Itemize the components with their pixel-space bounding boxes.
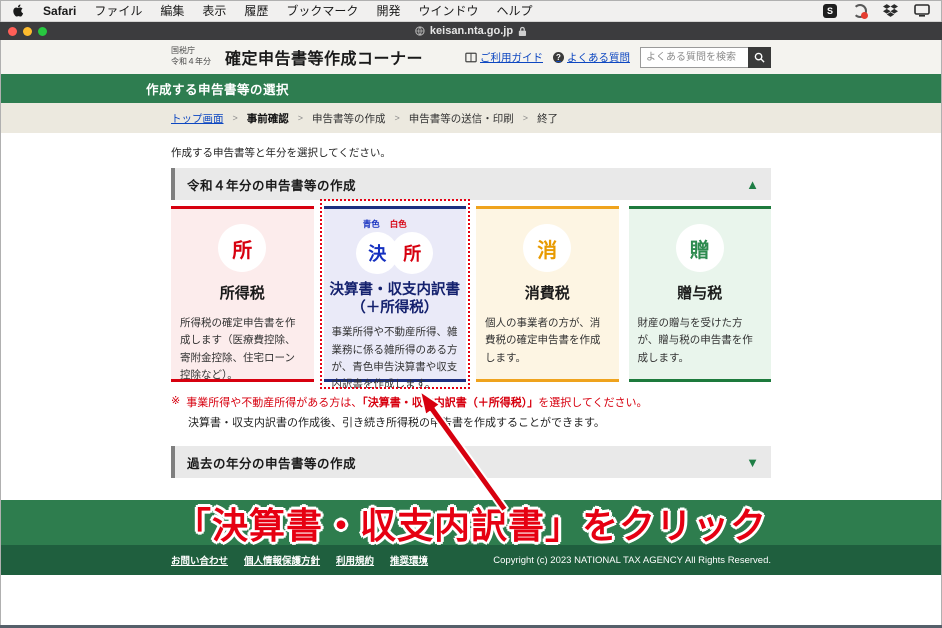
section-past-years[interactable]: 過去の年分の申告書等の作成 ▼ [171,446,771,478]
statement-badge-icons: 決 所 [324,232,467,274]
user-guide-link[interactable]: ご利用ガイド [465,50,543,65]
filing-type-labels: 青色 白色 [314,209,457,230]
business-income-note: ※ 事業所得や不動産所得がある方は、「決算書・収支内訳書（＋所得税）」を選択して… [171,394,771,410]
menu-history[interactable]: 履歴 [244,2,268,19]
gift-tax-badge-icon: 贈 [676,224,724,272]
blue-return-label: 青色 [363,218,380,230]
question-icon: ? [553,52,564,63]
main-content: 作成する申告書等と年分を選択してください。 令和４年分の申告書等の作成 ▲ 所 … [171,145,771,478]
breadcrumb-finish: 終了 [537,111,558,126]
breadcrumb-separator: > [395,113,400,123]
menu-safari[interactable]: Safari [43,4,76,18]
zoom-window-button[interactable] [38,27,47,36]
breadcrumb-send-print: 申告書等の送信・印刷 [409,111,514,126]
tax-card-row: 所 所得税 所得税の確定申告書を作成します（医療費控除、寄附金控除、住宅ローン控… [171,206,771,382]
tax-year: 令和４年分 [171,57,211,68]
safari-titlebar: keisan.nta.go.jp [0,22,942,40]
menu-develop[interactable]: 開発 [376,2,400,19]
minimize-window-button[interactable] [23,27,32,36]
menu-view[interactable]: 表示 [202,2,226,19]
copyright-text: Copyright (c) 2023 NATIONAL TAX AGENCY A… [493,555,771,566]
menu-bookmarks[interactable]: ブックマーク [286,2,358,19]
page-title-bar: 作成する申告書等の選択 [0,74,942,103]
agency-logo-block: 国税庁 令和４年分 [171,46,211,68]
faq-link[interactable]: ? よくある質問 [553,50,630,65]
close-window-button[interactable] [8,27,17,36]
card-description: 個人の事業者の方が、消費税の確定申告書を作成します。 [476,315,619,367]
site-header: 国税庁 令和４年分 確定申告書等作成コーナー ご利用ガイド ? よくある質問 [0,40,942,74]
guide-book-icon [465,52,477,63]
breadcrumb-separator: > [523,113,528,123]
card-consumption-tax[interactable]: 消 消費税 個人の事業者の方が、消費税の確定申告書を作成します。 [476,206,619,382]
macos-screen: Safari ファイル 編集 表示 履歴 ブックマーク 開発 ウインドウ ヘルプ… [0,0,942,628]
notification-swirl-icon[interactable] [853,4,867,18]
breadcrumb-precheck: 事前確認 [247,111,289,126]
footer-privacy-link[interactable]: 個人情報保護方針 [244,553,320,567]
card-title: 決算書・収支内訳書 （＋所得税） [324,281,467,317]
card-description: 財産の贈与を受けた方が、贈与税の申告書を作成します。 [629,315,772,367]
lock-icon [518,26,527,37]
card-title: 所得税 [171,282,314,303]
footer-environment-link[interactable]: 推奨環境 [390,553,428,567]
window-controls [8,27,47,36]
card-description: 所得税の確定申告書を作成します（医療費控除、寄附金控除、住宅ローン控除など）。 [171,315,314,384]
breadcrumb-separator: > [233,113,238,123]
breadcrumb-separator: > [298,113,303,123]
consumption-tax-badge-icon: 消 [523,224,571,272]
menu-edit[interactable]: 編集 [160,2,184,19]
url-text: keisan.nta.go.jp [430,25,513,37]
income-tax-badge-icon: 所 [218,224,266,272]
menu-window[interactable]: ウインドウ [418,2,478,19]
menubar-status-tray: S [823,4,930,18]
footer-terms-link[interactable]: 利用規約 [336,553,374,567]
breadcrumb: トップ画面 > 事前確認 > 申告書等の作成 > 申告書等の送信・印刷 > 終了 [0,103,942,133]
collapse-triangle-icon[interactable]: ▲ [746,178,759,191]
continue-note: 決算書・収支内訳書の作成後、引き続き所得税の申告書を作成することができます。 [188,414,771,430]
card-financial-statement[interactable]: 青色 白色 決 所 決算書・収支内訳書 （＋所得税） 事業所得や不動産所得、雑業… [324,206,467,382]
white-return-label: 白色 [390,218,407,230]
breadcrumb-top[interactable]: トップ画面 [171,111,224,126]
breadcrumb-create: 申告書等の作成 [312,111,386,126]
footer-contact-link[interactable]: お問い合わせ [171,553,228,567]
address-bar[interactable]: keisan.nta.go.jp [415,25,527,37]
card-title: 贈与税 [629,282,772,303]
menu-file[interactable]: ファイル [94,2,142,19]
faq-search-input[interactable] [640,47,748,68]
section-current-year[interactable]: 令和４年分の申告書等の作成 ▲ [171,168,771,200]
apple-menu-icon[interactable] [12,3,25,18]
menu-help[interactable]: ヘルプ [496,2,532,19]
macos-menubar: Safari ファイル 編集 表示 履歴 ブックマーク 開発 ウインドウ ヘルプ… [0,0,942,22]
expand-triangle-icon[interactable]: ▼ [746,456,759,469]
card-title: 消費税 [476,282,619,303]
annotation-banner: 「決算書・収支内訳書」をクリック [0,500,942,545]
globe-icon [415,26,425,36]
display-icon[interactable] [914,4,930,17]
annotation-text: 「決算書・収支内訳書」をクリック [175,497,767,549]
instruction-text: 作成する申告書等と年分を選択してください。 [171,145,771,160]
page-title: 作成する申告書等の選択 [146,79,796,98]
s-app-icon[interactable]: S [823,4,837,18]
dropbox-icon[interactable] [883,4,898,18]
card-description: 事業所得や不動産所得、雑業務に係る雑所得のある方が、青色申告決算書や収支内訳書を… [324,324,467,393]
card-income-tax[interactable]: 所 所得税 所得税の確定申告書を作成します（医療費控除、寄附金控除、住宅ローン控… [171,206,314,382]
card-gift-tax[interactable]: 贈 贈与税 財産の贈与を受けた方が、贈与税の申告書を作成します。 [629,206,772,382]
site-title: 確定申告書等作成コーナー [225,45,423,69]
site-footer: お問い合わせ 個人情報保護方針 利用規約 推奨環境 Copyright (c) … [0,545,942,575]
agency-name: 国税庁 [171,46,211,57]
search-icon [754,52,765,63]
search-button[interactable] [748,47,771,68]
